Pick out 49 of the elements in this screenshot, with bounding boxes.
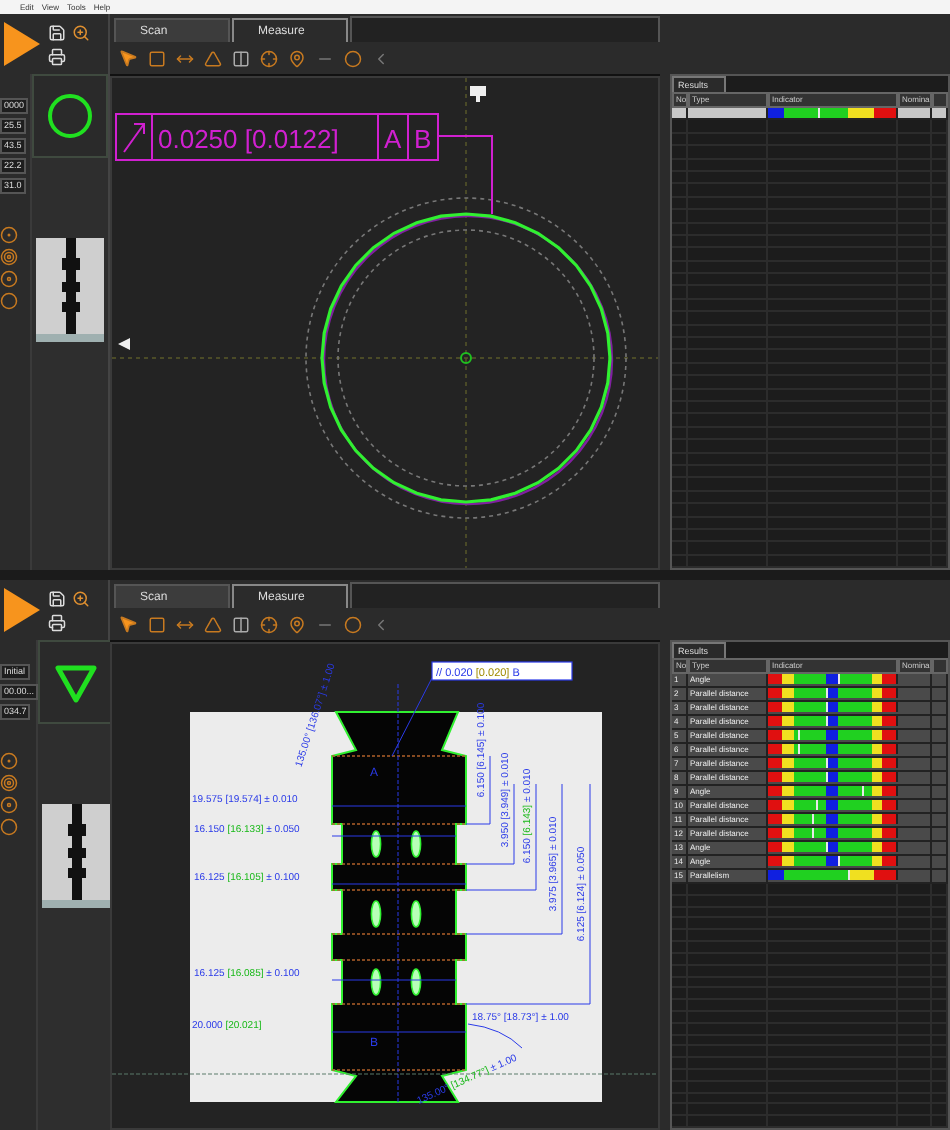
target-icon[interactable] <box>0 774 18 792</box>
pointer-icon[interactable] <box>118 614 138 634</box>
crosshair-icon[interactable] <box>260 49 278 67</box>
pointer-icon[interactable] <box>118 48 138 68</box>
tolerance-value: 0.0250 [0.0122] <box>158 124 339 154</box>
circle-dot-icon[interactable] <box>0 226 18 244</box>
tolerance-frame <box>431 661 573 681</box>
circle-icon[interactable] <box>0 292 18 310</box>
circle-dot-icon[interactable] <box>0 752 18 770</box>
circle-thumbnail-icon[interactable] <box>46 92 94 140</box>
triangle-icon[interactable] <box>204 615 222 633</box>
width-icon[interactable] <box>176 615 194 633</box>
angle-icon[interactable] <box>372 49 390 67</box>
datum-label: B <box>414 124 432 154</box>
columns-icon[interactable] <box>232 49 250 67</box>
circle-icon[interactable] <box>0 818 18 836</box>
result-row[interactable] <box>672 108 948 121</box>
circle-icon[interactable] <box>344 615 362 633</box>
print-icon[interactable] <box>48 47 66 65</box>
width-icon[interactable] <box>176 49 194 67</box>
thumbnail-cell[interactable] <box>38 640 114 724</box>
target-icon[interactable] <box>0 248 18 266</box>
save-icon[interactable] <box>48 589 66 607</box>
triangle-icon[interactable] <box>204 49 222 67</box>
measure-canvas[interactable] <box>110 642 660 1130</box>
datum-label: A <box>384 124 402 154</box>
pin-icon[interactable] <box>288 615 306 633</box>
camera-icon[interactable] <box>470 86 486 102</box>
zoom-icon[interactable] <box>72 590 90 608</box>
crosshair-icon[interactable] <box>260 615 278 633</box>
center-mark <box>460 352 472 364</box>
circle-icon[interactable] <box>344 49 362 67</box>
zoom-icon[interactable] <box>72 24 90 42</box>
play-button[interactable] <box>2 20 42 68</box>
edge-marker-icon[interactable] <box>118 338 130 350</box>
pin-icon[interactable] <box>288 49 306 67</box>
disc-icon[interactable] <box>0 270 18 288</box>
measure-canvas[interactable]: 0.0250 [0.0122] A B <box>110 76 660 570</box>
save-icon[interactable] <box>48 23 66 41</box>
leader-line <box>437 135 493 215</box>
print-icon[interactable] <box>48 613 66 631</box>
play-button[interactable] <box>2 586 42 634</box>
thumbnail-cell[interactable] <box>32 74 108 158</box>
square-icon[interactable] <box>148 49 166 67</box>
position-symbol-icon <box>123 123 145 153</box>
angle-icon[interactable] <box>372 615 390 633</box>
square-icon[interactable] <box>148 615 166 633</box>
columns-icon[interactable] <box>232 615 250 633</box>
disc-icon[interactable] <box>0 796 18 814</box>
